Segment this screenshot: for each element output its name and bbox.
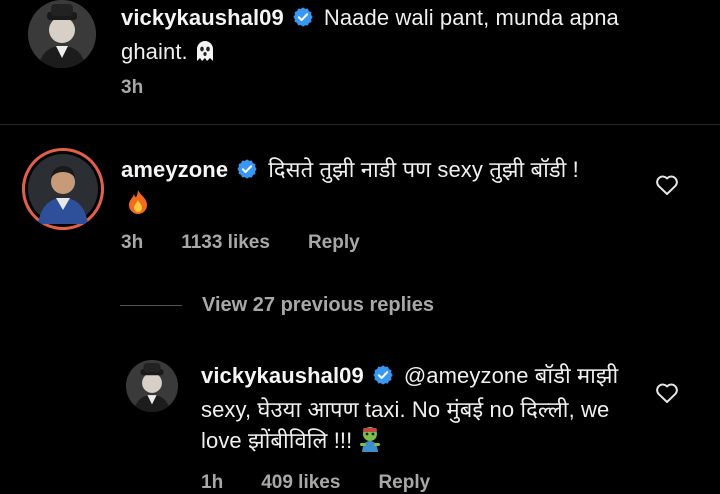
view-previous-replies-button[interactable]: View 27 previous replies <box>120 294 434 317</box>
avatar[interactable] <box>28 0 96 68</box>
verified-badge-icon <box>236 157 258 188</box>
likes-count[interactable]: 409 likes <box>261 472 340 493</box>
view-replies-label[interactable]: View 27 previous replies <box>202 294 434 317</box>
verified-badge-icon <box>292 5 314 36</box>
reply-meta: 1h 409 likes Reply <box>201 472 468 494</box>
zombie-emoji-icon <box>358 426 382 460</box>
verified-badge-icon <box>372 363 394 394</box>
fire-emoji-icon <box>127 189 149 223</box>
comment-text: दिसते तुझी नाडी पण sexy तुझी बॉडी ! <box>268 157 579 182</box>
like-heart-icon[interactable] <box>655 174 679 201</box>
comment-text-block: vickykaushal09 Naade wali pant, munda apn… <box>121 2 641 71</box>
timestamp: 1h <box>201 472 224 493</box>
comment-text-block: ameyzone दिसते तुझी नाडी पण sexy तुझी बॉड… <box>121 154 601 223</box>
avatar[interactable] <box>22 148 104 230</box>
comment-meta: 3h <box>121 77 181 99</box>
username[interactable]: vickykaushal09 <box>201 363 364 388</box>
reply-text-block: vickykaushal09 @ameyzone बॉडी माझी sexy, … <box>201 360 631 460</box>
comment-meta: 3h 1133 likes Reply <box>121 232 398 254</box>
ghost-emoji-icon <box>194 39 216 71</box>
username[interactable]: vickykaushal09 <box>121 5 284 30</box>
timestamp: 3h <box>121 77 144 98</box>
reply-button[interactable]: Reply <box>308 232 360 253</box>
replies-divider-line <box>120 305 182 306</box>
reply-button[interactable]: Reply <box>378 472 430 493</box>
likes-count[interactable]: 1133 likes <box>181 232 270 253</box>
divider <box>0 124 720 125</box>
like-heart-icon[interactable] <box>655 382 679 409</box>
avatar[interactable] <box>126 360 178 412</box>
username[interactable]: ameyzone <box>121 157 228 182</box>
timestamp: 3h <box>121 232 144 253</box>
